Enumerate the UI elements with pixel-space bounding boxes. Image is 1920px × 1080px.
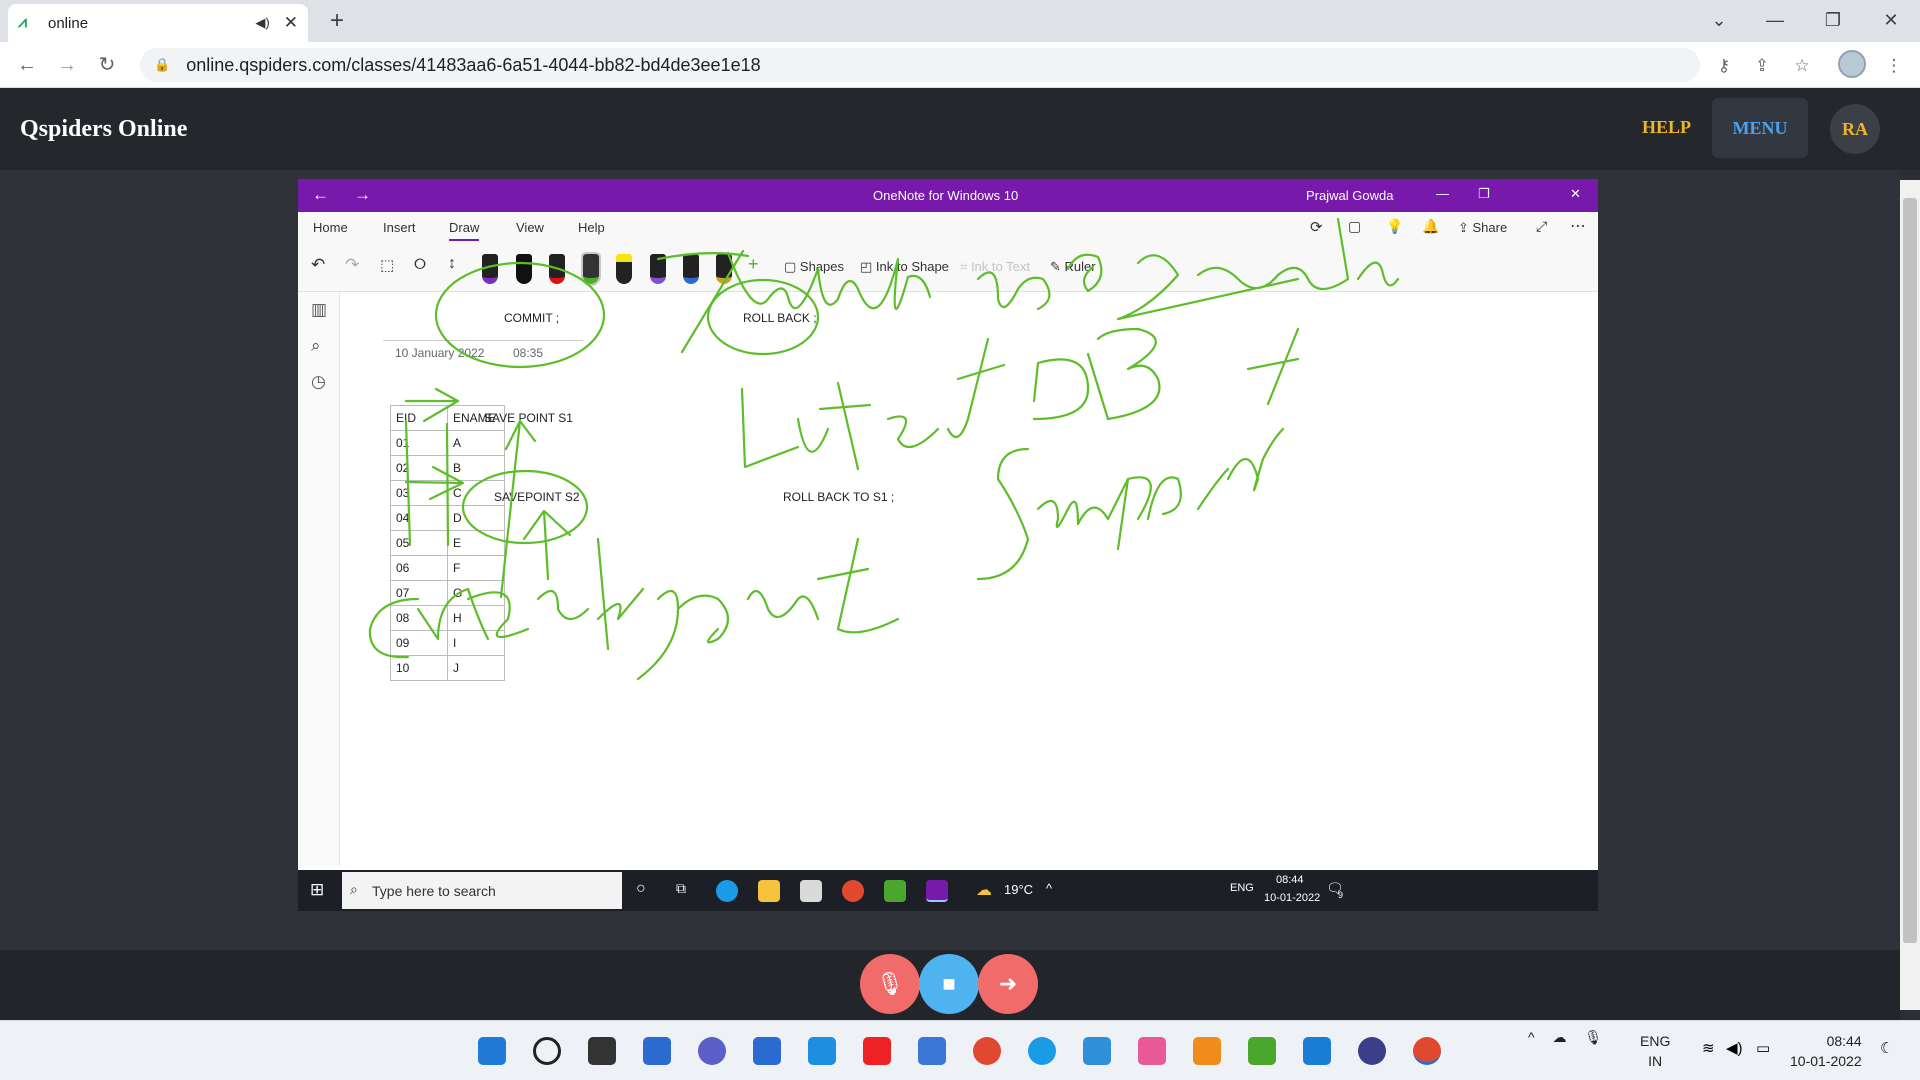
remote-cortana-icon[interactable]: ○ (636, 880, 646, 898)
teams-chat-icon[interactable] (698, 1037, 726, 1065)
chrome-profile-icon[interactable] (1413, 1037, 1441, 1065)
rollback-ink-circle (706, 278, 820, 356)
leave-icon[interactable]: ➜ (978, 954, 1038, 1014)
search-icon[interactable] (533, 1037, 561, 1065)
arrow-up-to-s1 (499, 419, 537, 599)
user-avatar[interactable]: RA (1830, 104, 1880, 154)
handwriting-latest (740, 337, 1006, 471)
tab-title: online (48, 14, 89, 32)
key-icon[interactable]: ⚷ (1712, 54, 1736, 78)
menu-button[interactable]: MENU (1712, 98, 1808, 158)
remote-edge-icon[interactable] (716, 880, 738, 902)
tab-search-icon[interactable]: ⌄ (1696, 4, 1742, 36)
edge-icon[interactable] (1028, 1037, 1056, 1065)
close-window-icon[interactable]: ✕ (1868, 4, 1914, 36)
ink-layer (368, 217, 1400, 681)
share-icon[interactable]: ⇪ (1750, 54, 1774, 78)
arrow-up-to-s2 (522, 509, 572, 581)
remote-app-icon[interactable] (800, 880, 822, 902)
restore-icon[interactable]: ❐ (1810, 4, 1856, 36)
more-menu-icon[interactable]: ⋮ (1882, 54, 1906, 78)
profile-avatar[interactable] (1838, 50, 1866, 78)
widgets-icon[interactable] (643, 1037, 671, 1065)
help-link[interactable]: HELP (1642, 117, 1691, 138)
clock-date: 10-01-2022 (1790, 1053, 1862, 1069)
file-icon[interactable] (808, 1037, 836, 1065)
browser-tab-strip: ⩘ online ◀) ✕ + ⌄ — ❐ ✕ (0, 0, 1920, 42)
back-icon[interactable]: ← (12, 50, 42, 80)
handwriting-checkpoint (368, 537, 900, 681)
speaker-icon[interactable]: ◀) (255, 15, 269, 31)
remote-tray-chevron-icon[interactable]: ^ (1046, 881, 1052, 896)
qspiders-logo-icon: ⩘ (18, 14, 28, 31)
remote-explorer-icon[interactable] (758, 880, 780, 902)
cloud-off-icon[interactable]: ☁ (1552, 1029, 1566, 1045)
browser-toolbar: ← → ↻ 🔒 online.qspiders.com/classes/4148… (0, 42, 1920, 88)
git-icon[interactable] (1138, 1037, 1166, 1065)
weather-icon[interactable]: ☁ (976, 880, 992, 900)
remote-onenote-icon[interactable] (926, 880, 948, 902)
site-brand[interactable]: Qspiders Online (20, 116, 187, 143)
store-icon[interactable] (753, 1037, 781, 1065)
remote-date: 10-01-2022 (1264, 892, 1321, 904)
tray-chevron-icon[interactable]: ^ (1528, 1029, 1535, 1045)
handwriting-to-save-the (1066, 217, 1400, 321)
remote-installer-icon[interactable] (884, 880, 906, 902)
reload-icon[interactable]: ↻ (92, 50, 122, 80)
lock-icon[interactable]: 🔒 (154, 57, 170, 73)
sublime-icon[interactable] (1193, 1037, 1221, 1065)
arrow-to-s2 (404, 465, 465, 501)
microphone-icon[interactable]: 🎙 (1584, 1029, 1602, 1045)
installer-icon[interactable] (1248, 1037, 1276, 1065)
site-header: Qspiders Online HELP MENU RA (0, 88, 1920, 170)
wifi-icon[interactable]: ≋ (1702, 1039, 1715, 1057)
minimize-icon[interactable]: — (1752, 4, 1798, 36)
focus-assist-icon[interactable]: ☾ (1880, 1039, 1893, 1057)
mail-icon[interactable] (918, 1037, 946, 1065)
mic-off-icon[interactable]: 🎙 (860, 954, 920, 1014)
bookmark-star-icon[interactable]: ☆ (1790, 54, 1814, 78)
volume-icon[interactable]: ◀) (1726, 1039, 1743, 1057)
remote-weather-temp: 19°C (1004, 882, 1034, 897)
table-check-stroke-2 (445, 422, 450, 547)
taskbar-clock[interactable]: 08:44 10-01-2022 (1790, 1031, 1862, 1071)
clock-time: 08:44 (1826, 1033, 1862, 1049)
battery-icon[interactable]: ▭ (1756, 1039, 1770, 1057)
browser-tab[interactable]: ⩘ online ◀) ✕ (8, 4, 308, 42)
chat-icon[interactable]: ■ (919, 954, 979, 1014)
scrollbar-thumb[interactable] (1903, 198, 1917, 943)
url-text: online.qspiders.com/classes/41483aa6-6a5… (186, 54, 761, 75)
commit-ink-circle (434, 261, 606, 369)
remote-lang: ENG (1230, 882, 1254, 894)
remote-search-box[interactable]: ⌕ Type here to search (342, 872, 622, 909)
remote-search-placeholder: Type here to search (372, 883, 496, 899)
meeting-controls: 🎙 ■ ➜ (0, 950, 1900, 1020)
language-indicator[interactable]: ENG IN (1640, 1031, 1670, 1071)
remote-desktop-icon[interactable] (1083, 1037, 1111, 1065)
start-icon[interactable] (478, 1037, 506, 1065)
close-tab-icon[interactable]: ✕ (284, 13, 298, 33)
shared-screen: ← → OneNote for Windows 10 Prajwal Gowda… (298, 179, 1598, 911)
chrome-icon[interactable] (973, 1037, 1001, 1065)
handwriting-db (1032, 327, 1161, 421)
remote-notification-count: 9 (1338, 890, 1344, 900)
system-tray: ^ ☁ 🎙 (1528, 1029, 1602, 1046)
new-tab-button[interactable]: + (320, 6, 354, 36)
forward-icon[interactable]: → (52, 50, 82, 80)
windows-taskbar: ^ ☁ 🎙 ENG IN ≋ ◀) ▭ 08:44 10-01-2022 ☾ (0, 1020, 1920, 1080)
youtube-icon[interactable] (863, 1037, 891, 1065)
vscode-icon[interactable] (1303, 1037, 1331, 1065)
remote-taskview-icon[interactable]: ⧉ (676, 880, 686, 897)
remote-search-icon: ⌕ (350, 881, 358, 897)
remote-chrome-icon[interactable] (842, 880, 864, 902)
remote-windows-taskbar: ⊞ ⌕ Type here to search ○ ⧉ ☁ 19°C ^ ENG… (298, 870, 1598, 911)
lang-line-1: ENG (1640, 1033, 1671, 1049)
arrow-to-s1 (404, 387, 460, 423)
remote-time: 08:44 (1276, 874, 1304, 886)
task-view-icon[interactable] (588, 1037, 616, 1065)
lang-line-2: IN (1648, 1053, 1663, 1069)
address-bar[interactable]: 🔒 online.qspiders.com/classes/41483aa6-6… (140, 48, 1700, 82)
remote-start-icon[interactable]: ⊞ (310, 880, 324, 900)
eclipse-icon[interactable] (1358, 1037, 1386, 1065)
